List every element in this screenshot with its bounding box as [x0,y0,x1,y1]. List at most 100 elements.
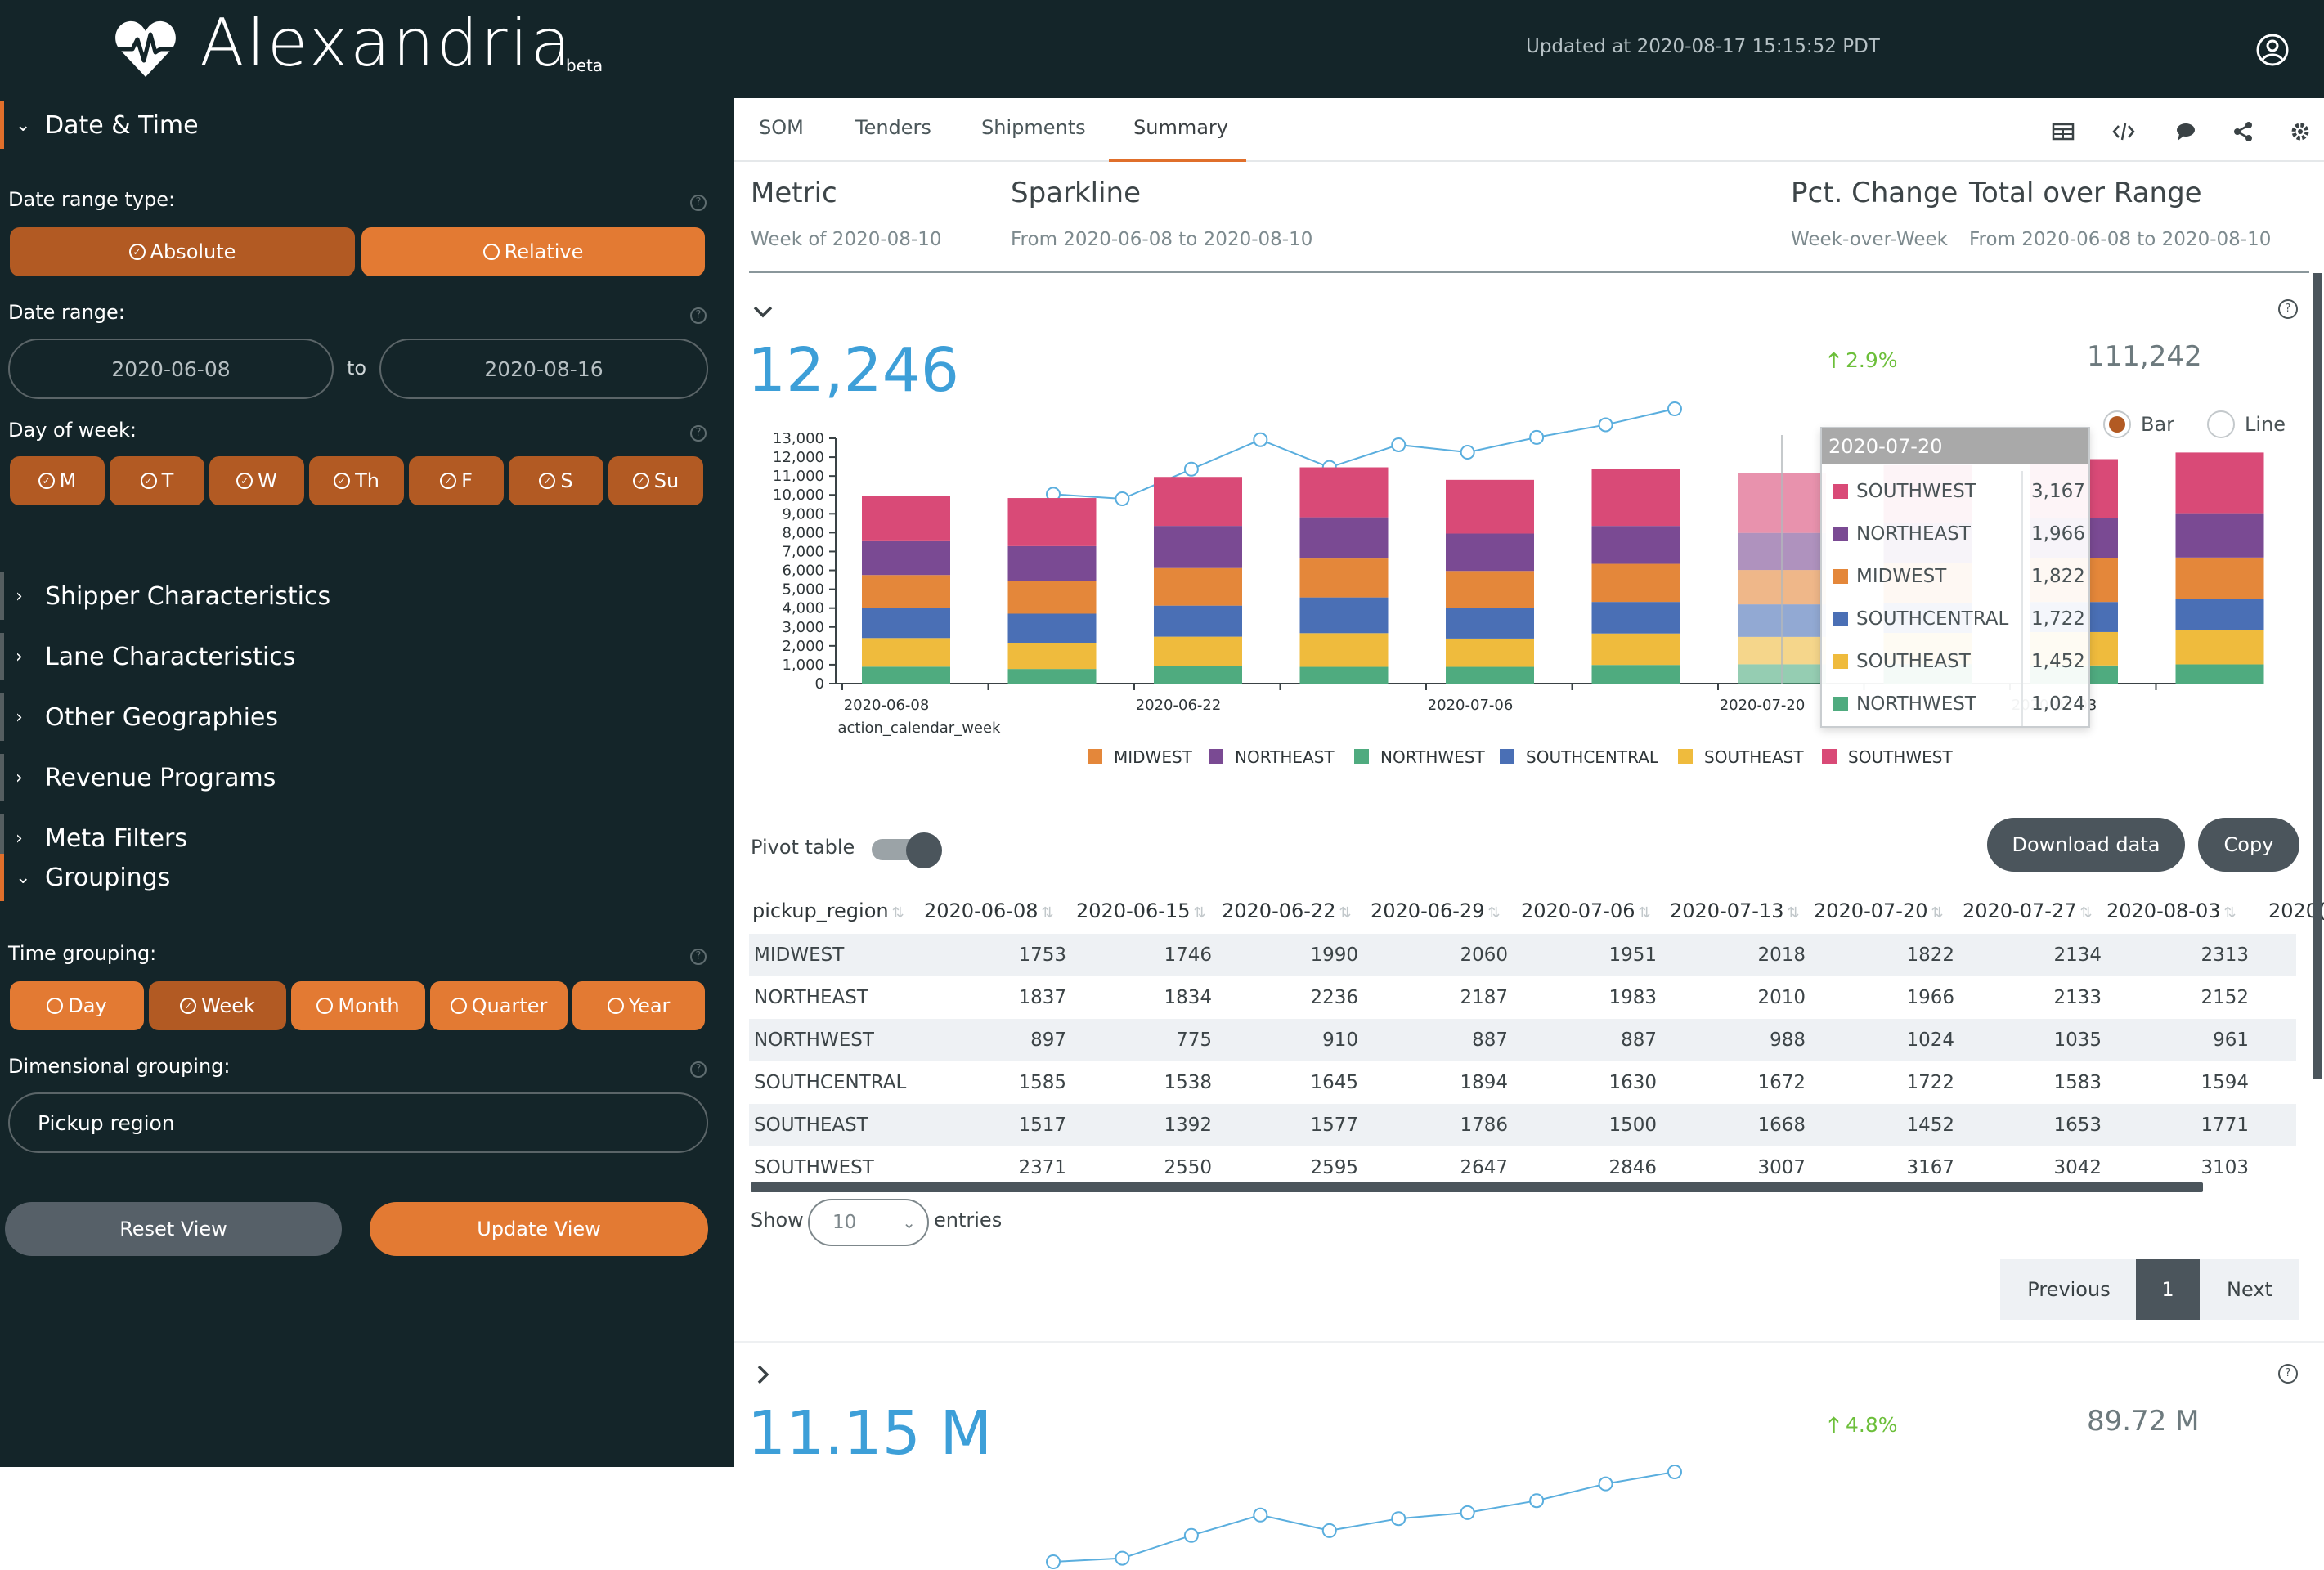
bar-segment-southwest[interactable] [1299,467,1389,518]
bar-segment-southwest[interactable] [1591,469,1680,527]
column-header[interactable]: 2020-07-20 ⇅ [1814,899,1944,922]
bar-segment-southeast[interactable] [1154,636,1242,666]
bar-segment-northwest[interactable] [1154,666,1242,684]
pivot-table-toggle[interactable] [872,832,942,868]
copy-button[interactable]: Copy [2198,818,2299,872]
bar-segment-northeast[interactable] [1154,526,1242,568]
help-icon[interactable]: ? [690,1061,707,1078]
sort-icon[interactable]: ⇅ [1339,904,1351,922]
bar-segment-northeast[interactable] [1591,526,1680,564]
sort-icon[interactable]: ⇅ [1041,904,1053,922]
bar-segment-southwest[interactable] [1154,477,1242,527]
column-header[interactable]: 2020-07-13 ⇅ [1670,899,1800,922]
bar-segment-midwest[interactable] [862,575,950,608]
bar-segment-northeast[interactable] [862,540,950,576]
time-grouping-quarter[interactable]: Quarter [430,981,568,1030]
help-icon[interactable]: ? [690,195,707,211]
sort-icon[interactable]: ⇅ [2223,904,2236,922]
update-view-button[interactable]: Update View [370,1202,708,1256]
chevron-right-icon[interactable] [751,1362,775,1387]
reset-view-button[interactable]: Reset View [5,1202,342,1256]
relative-button[interactable]: Relative [361,227,705,276]
column-header[interactable]: pickup_region ⇅ [752,899,904,922]
help-icon[interactable]: ? [690,949,707,965]
legend-label-northeast[interactable]: NORTHEAST [1235,747,1335,767]
entries-select[interactable]: 10 ⌄ [808,1199,929,1246]
bar-segment-northeast[interactable] [2175,513,2264,558]
section-other-geographies[interactable]: › Other Geographies [0,693,734,741]
bar-segment-midwest[interactable] [1154,567,1242,606]
section-revenue-programs[interactable]: › Revenue Programs [0,754,734,801]
day-button-t[interactable]: ✓ T [110,456,204,505]
bar-segment-southwest[interactable] [1446,479,1534,534]
column-header[interactable]: 2020-07-06 ⇅ [1521,899,1651,922]
bar-segment-northeast[interactable] [1007,545,1097,581]
bar-segment-northwest[interactable] [1299,666,1389,684]
bar-segment-southeast[interactable] [1591,633,1680,666]
day-button-f[interactable]: ✓ F [409,456,504,505]
sort-icon[interactable]: ⇅ [1638,904,1650,922]
bar-segment-southeast[interactable] [2175,630,2264,665]
download-data-button[interactable]: Download data [1987,818,2185,872]
bar-segment-southeast[interactable] [1007,642,1097,670]
bar-segment-southwest[interactable] [1007,498,1097,546]
bar-segment-southcentral[interactable] [1154,605,1242,637]
bar-segment-southcentral[interactable] [862,608,950,639]
bar-segment-northwest[interactable] [1446,666,1534,684]
sort-icon[interactable]: ⇅ [1193,904,1205,922]
dimensional-grouping-select[interactable]: Pickup region [8,1092,708,1153]
bar-segment-southcentral[interactable] [2175,599,2264,630]
bar-segment-northeast[interactable] [1299,517,1389,559]
help-icon[interactable]: ? [2278,1364,2298,1384]
section-lane-characteristics[interactable]: › Lane Characteristics [0,633,734,680]
sort-icon[interactable]: ⇅ [1487,904,1500,922]
bar-segment-midwest[interactable] [1299,558,1389,598]
previous-page-button[interactable]: Previous [2000,1259,2138,1320]
bar-segment-southwest[interactable] [2175,452,2264,514]
sort-icon[interactable]: ⇅ [2079,904,2092,922]
bar-segment-southeast[interactable] [1299,633,1389,667]
time-grouping-day[interactable]: Day [10,981,144,1030]
day-button-m[interactable]: ✓ M [10,456,105,505]
start-date-input[interactable]: 2020-06-08 [8,339,334,399]
column-header[interactable]: 2020-06-22 ⇅ [1222,899,1352,922]
column-header[interactable]: 2020-08-03 ⇅ [2106,899,2237,922]
legend-label-midwest[interactable]: MIDWEST [1114,747,1193,767]
help-icon[interactable]: ? [690,307,707,324]
day-button-w[interactable]: ✓ W [209,456,304,505]
account-icon[interactable] [2255,33,2290,67]
bar-segment-southwest[interactable] [862,496,950,541]
vertical-scrollbar[interactable] [2313,273,2322,1079]
next-page-button[interactable]: Next [2200,1259,2299,1320]
bar-segment-northeast[interactable] [1446,533,1534,572]
bar-segment-southcentral[interactable] [1299,597,1389,634]
day-button-s[interactable]: ✓ S [509,456,603,505]
bar-segment-northwest[interactable] [2175,664,2264,684]
bar-segment-southcentral[interactable] [1591,602,1680,634]
legend-label-southwest[interactable]: SOUTHWEST [1848,747,1953,767]
time-grouping-month[interactable]: Month [291,981,425,1030]
column-header[interactable]: 2020-07-27 ⇅ [1963,899,2093,922]
bar-segment-southeast[interactable] [862,638,950,667]
time-grouping-year[interactable]: Year [572,981,705,1030]
bar-segment-midwest[interactable] [1446,571,1534,608]
legend-label-northwest[interactable]: NORTHWEST [1380,747,1486,767]
section-shipper-characteristics[interactable]: › Shipper Characteristics [0,572,734,620]
column-header[interactable]: 2020-06-15 ⇅ [1076,899,1206,922]
legend-label-southeast[interactable]: SOUTHEAST [1704,747,1804,767]
legend-label-southcentral[interactable]: SOUTHCENTRAL [1526,747,1659,767]
day-button-th[interactable]: ✓ Th [309,456,404,505]
column-header[interactable]: 2020-06-08 ⇅ [924,899,1054,922]
help-icon[interactable]: ? [690,425,707,442]
bar-segment-northwest[interactable] [862,666,950,684]
bar-segment-southeast[interactable] [1446,638,1534,667]
time-grouping-week[interactable]: ✓ Week [149,981,286,1030]
absolute-button[interactable]: ✓ Absolute [10,227,355,276]
section-date-time[interactable]: ⌄ Date & Time [0,101,734,149]
sort-icon[interactable]: ⇅ [1931,904,1943,922]
bar-segment-midwest[interactable] [2175,557,2264,599]
section-groupings[interactable]: ⌄ Groupings [0,854,734,901]
bar-segment-southcentral[interactable] [1007,613,1097,643]
end-date-input[interactable]: 2020-08-16 [379,339,708,399]
bar-segment-midwest[interactable] [1591,563,1680,603]
